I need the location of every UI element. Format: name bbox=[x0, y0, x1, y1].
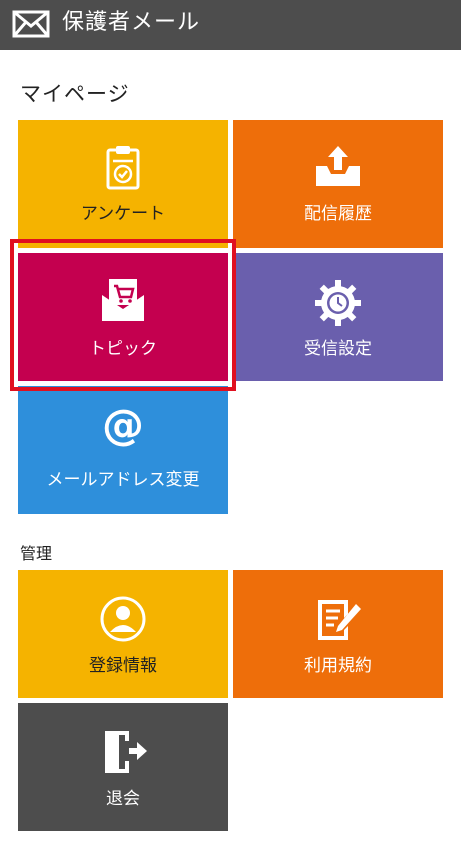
tile-registration-info[interactable]: 登録情報 bbox=[18, 570, 228, 698]
tile-delivery-history-label: 配信履歴 bbox=[304, 204, 372, 224]
clipboard-check-icon bbox=[106, 146, 140, 190]
app-header: 保護者メール bbox=[0, 0, 461, 50]
cart-envelope-icon bbox=[102, 279, 144, 321]
envelope-icon bbox=[12, 10, 50, 38]
section-title-mypage: マイページ bbox=[20, 82, 130, 106]
clock-gear-icon bbox=[315, 280, 361, 326]
at-sign-icon: @ bbox=[102, 400, 144, 449]
tile-survey-label: アンケート bbox=[80, 204, 166, 224]
tile-receive-settings-label: 受信設定 bbox=[304, 339, 372, 359]
tile-registration-info-label: 登録情報 bbox=[89, 656, 157, 676]
tile-receive-settings[interactable]: 受信設定 bbox=[233, 253, 443, 381]
tile-withdraw-label: 退会 bbox=[106, 789, 140, 809]
tile-terms-label: 利用規約 bbox=[304, 656, 372, 676]
tile-withdraw[interactable]: 退会 bbox=[18, 703, 228, 831]
inbox-upload-icon bbox=[316, 146, 360, 186]
user-circle-icon bbox=[100, 596, 146, 642]
exit-door-icon bbox=[105, 731, 147, 773]
tile-email-change-label: メールアドレス変更 bbox=[46, 470, 200, 490]
document-pen-icon bbox=[318, 600, 361, 640]
tile-delivery-history[interactable]: 配信履歴 bbox=[233, 120, 443, 248]
tile-terms[interactable]: 利用規約 bbox=[233, 570, 443, 698]
tile-email-change[interactable]: @ メールアドレス変更 bbox=[18, 386, 228, 514]
tile-topics[interactable]: トピック bbox=[18, 253, 228, 381]
tile-topics-label: トピック bbox=[89, 339, 157, 359]
tile-survey[interactable]: アンケート bbox=[18, 120, 228, 248]
section-title-admin: 管理 bbox=[20, 544, 53, 563]
app-title: 保護者メール bbox=[62, 10, 201, 35]
